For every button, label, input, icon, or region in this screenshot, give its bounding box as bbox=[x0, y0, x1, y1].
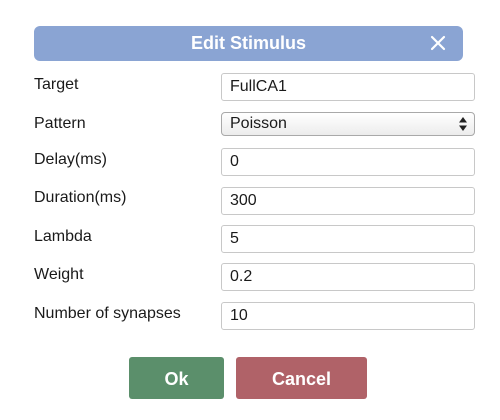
duration-input[interactable] bbox=[221, 187, 475, 215]
delay-input[interactable] bbox=[221, 148, 475, 176]
delay-row: Delay(ms) bbox=[34, 148, 475, 178]
lambda-label: Lambda bbox=[34, 228, 92, 245]
duration-label: Duration(ms) bbox=[34, 189, 127, 206]
pattern-select[interactable]: Poisson bbox=[221, 112, 475, 136]
ok-button[interactable]: Ok bbox=[129, 357, 224, 399]
edit-stimulus-dialog: Edit Stimulus Target Pattern Poisson Del… bbox=[0, 0, 500, 420]
target-label: Target bbox=[34, 76, 79, 93]
synapses-label: Number of synapses bbox=[34, 305, 181, 322]
synapses-row: Number of synapses bbox=[34, 302, 475, 332]
weight-label: Weight bbox=[34, 266, 84, 283]
duration-row: Duration(ms) bbox=[34, 187, 475, 217]
updown-arrows-icon bbox=[459, 117, 467, 131]
lambda-row: Lambda bbox=[34, 225, 475, 255]
target-row: Target bbox=[34, 73, 475, 103]
lambda-input[interactable] bbox=[221, 225, 475, 253]
dialog-title: Edit Stimulus bbox=[190, 33, 306, 53]
pattern-select-value: Poisson bbox=[230, 115, 287, 132]
pattern-row: Pattern Poisson bbox=[34, 112, 475, 142]
delay-label: Delay(ms) bbox=[34, 151, 107, 168]
synapses-input[interactable] bbox=[221, 302, 475, 330]
dialog-title-bar: Edit Stimulus bbox=[34, 26, 463, 61]
weight-row: Weight bbox=[34, 263, 475, 293]
cancel-button[interactable]: Cancel bbox=[236, 357, 367, 399]
pattern-label: Pattern bbox=[34, 115, 86, 132]
close-icon[interactable] bbox=[427, 32, 449, 54]
target-input[interactable] bbox=[221, 73, 475, 101]
weight-input[interactable] bbox=[221, 263, 475, 291]
